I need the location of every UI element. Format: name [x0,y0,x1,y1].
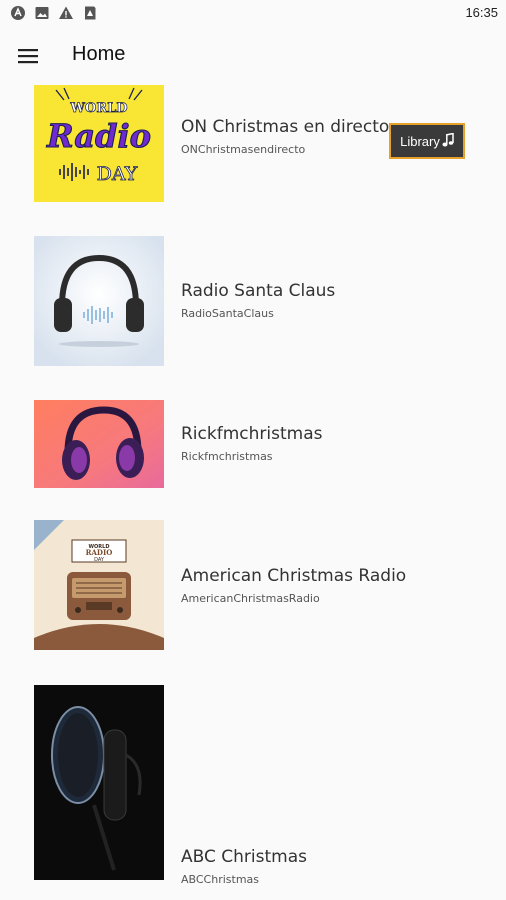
station-subtitle: AmericanChristmasRadio [181,592,320,605]
station-artwork-studio-microphone [34,685,164,880]
status-bar: 16:35 [0,0,506,28]
art-text-radio-2: RADIO [86,548,113,557]
station-item[interactable]: Radio Santa Claus RadioSantaClaus [0,234,506,369]
image-icon [34,5,50,21]
art-text-day: DAY [97,163,138,185]
art-text-world: WORLD [69,101,127,116]
sd-card-icon [82,5,98,21]
station-title: Radio Santa Claus [181,281,336,301]
station-artwork-world-radio-day: WORLD Radio DAY [34,85,164,202]
app-bar: Home [0,28,506,84]
library-button[interactable]: Library [389,123,465,159]
hamburger-menu-icon[interactable] [12,40,44,72]
page-title: Home [72,43,126,65]
station-title: ABC Christmas [181,847,307,867]
library-label: Library [400,133,440,149]
warning-icon [58,5,74,21]
station-artwork-pink-headphones [34,400,164,488]
station-title: American Christmas Radio [181,566,407,586]
station-subtitle: RadioSantaClaus [181,307,274,320]
status-time: 16:35 [465,5,498,20]
station-subtitle: ABCChristmas [181,873,260,886]
art-text-radio: Radio [46,117,151,155]
station-item[interactable]: WORLD RADIO DAY American Christmas Radio… [0,514,506,654]
station-subtitle: Rickfmchristmas [181,450,273,463]
station-artwork-white-headphones [34,236,164,366]
station-title: ON Christmas en directo [181,117,390,137]
app-a-icon [10,5,26,21]
station-item[interactable]: ABC Christmas ABCChristmas [0,679,506,886]
art-text-day-2: DAY [94,557,105,563]
station-item[interactable]: Rickfmchristmas Rickfmchristmas [0,394,506,494]
station-subtitle: ONChristmasendirecto [181,143,306,156]
station-title: Rickfmchristmas [181,424,323,444]
status-icons [10,5,98,21]
music-note-icon [442,132,454,150]
station-artwork-vintage-radio: WORLD RADIO DAY [34,520,164,650]
